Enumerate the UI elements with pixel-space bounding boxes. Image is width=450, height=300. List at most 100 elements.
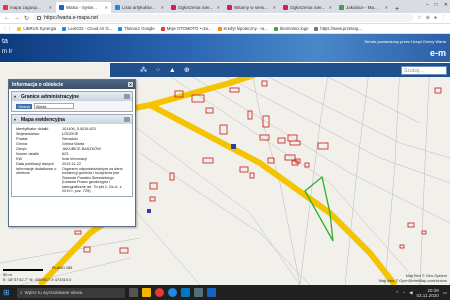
chrome-icon[interactable] [155,288,164,297]
scale-bar [3,269,43,271]
store-icon[interactable] [194,288,203,297]
chevron-up-icon[interactable]: ^ [396,290,398,295]
close-tab-icon[interactable]: ✕ [273,5,276,10]
close-tab-icon[interactable]: ✕ [329,5,332,10]
word-icon[interactable] [207,288,216,297]
tab-label: Lista artykułów... [122,5,156,10]
bookmark-icon [217,26,222,31]
bookmark-item[interactable]: LIBRUS Synergia [17,26,56,31]
bookmark-item[interactable]: Tłumacz Google [118,26,155,31]
attribute-key: Obręb [16,147,27,151]
profile-icon[interactable]: ● [434,15,437,21]
layers-icon[interactable]: ⁂ [140,66,147,74]
map-toolbar: ⁂ ⁘ ▲ ⊕ [110,63,450,77]
close-tab-icon[interactable]: ✕ [385,5,388,10]
bookmark-label: Moje OTOMOTO • oto... [166,26,212,31]
site-brand-bottom: m Ir [2,49,13,55]
attribute-key: KW [16,157,23,161]
bookmark-icon [314,26,319,31]
attribute-value: 101406_5.0016.623 [62,127,96,131]
attribute-value: 2019-11-22 [62,162,82,166]
close-icon[interactable]: ✕ [444,2,448,8]
tab-label: Ogłoszenia Sier... [290,5,326,10]
collapse-icon[interactable]: ▾ [14,117,19,122]
bookmark-item[interactable]: https://www.przetarg... [314,26,362,31]
browser-tab[interactable]: Ogłoszenia Sier... ✕ [168,2,223,13]
clock[interactable]: 20:38 03.11.2020 [417,288,439,298]
lock-icon [37,16,42,20]
apps-icon[interactable]: ⋮⋮ [3,26,11,31]
browser-tab[interactable]: Jakubice - Ma... ✕ [336,2,391,13]
info-icon[interactable]: ▲ [169,67,176,74]
back-icon[interactable]: ← [4,15,10,21]
browser-tab[interactable]: Warta - Syste... ✕ [56,2,111,13]
tab-label: Jakubice - Ma... [346,5,378,10]
forward-icon[interactable]: → [14,15,20,21]
map-search-input[interactable]: Szukaj... [401,66,447,75]
new-tab-button[interactable]: + [395,6,399,13]
url-input[interactable]: https://warta.e-mapa.net [33,14,414,22]
browser-tab[interactable]: Lista artykułów... ✕ [112,2,167,13]
panel-title: Informacja o obiekcie [12,81,64,88]
map-copyright: MapTiles © Geo-System Map data © OpenStr… [379,274,447,283]
notifications-icon[interactable]: ▭ [443,290,447,296]
close-icon[interactable]: ✕ [128,82,133,87]
measure-icon[interactable]: ⁘ [155,66,161,74]
system-tray: ^ ◔ ◀ 20:38 03.11.2020 ▭ [396,288,447,298]
object-info-panel: Informacja o obiekcie ✕ ▾ Granice admini… [8,79,136,227]
bookmark-item[interactable]: thermomix logo [273,26,308,31]
star-icon[interactable]: ☆ [417,15,421,21]
close-tab-icon[interactable]: ✕ [217,5,220,10]
print-icon[interactable] [124,94,130,99]
admin-section-header[interactable]: ▾ Granice administracyjne [12,92,132,101]
favicon-icon [115,5,120,10]
map-section-header[interactable]: ▾ Mapa ewidencyjna [12,115,132,124]
site-gov-note: Serwis prowadzony przez Urząd Gminy Wart… [364,39,446,44]
browser-tab[interactable]: Witamy w serw... ✕ [224,2,279,13]
coordinates: E: 18°37'42.7" N: 4309817.9 474310.0 [3,277,71,282]
bookmark-label: Tłumacz Google [124,26,155,31]
coord-extra: 474310.0 [54,277,72,282]
panel-title-bar: Informacja o obiekcie ✕ [9,80,135,89]
network-icon[interactable]: ◔ [402,290,405,295]
bookmark-label: https://www.przetarg... [320,26,362,31]
site-header: ta m Ir Serwis prowadzony przez Urząd Gm… [0,34,450,62]
admin-value: Warta [33,103,74,109]
mail-icon[interactable] [181,288,190,297]
windows-start-icon[interactable]: ⊞ [3,288,13,297]
volume-icon[interactable]: ◀ [409,290,412,296]
bookmark-item[interactable]: Kredyt hipoteczny - ra... [217,26,268,31]
browser-tab[interactable]: mapa zagosp... ✕ [0,2,55,13]
minimize-icon[interactable]: – [426,2,429,8]
task-view-icon[interactable] [129,288,138,297]
close-tab-icon[interactable]: ✕ [161,5,164,10]
bookmark-item[interactable]: LeoKO2 - Cloud Air G... [62,26,112,31]
bookmark-icon [17,26,22,31]
collapse-icon[interactable]: ▾ [14,94,19,99]
favicon-icon [227,5,232,10]
bookmark-label: Kredyt hipoteczny - ra... [223,26,268,31]
taskbar-search[interactable]: ⌕ Wpisz tu wyszukiwane słowa [17,287,125,298]
browser-tab[interactable]: Ogłoszenia Sier... ✕ [280,2,335,13]
bookmark-icon [160,26,165,31]
attribute-value: Sieradzki [62,137,78,141]
clock-date: 03.11.2020 [416,292,439,298]
browser-tabbar: mapa zagosp... ✕ Warta - Syste... ✕ Lista ar… [0,0,450,13]
taskbar: ⊞ ⌕ Wpisz tu wyszukiwane słowa ^ ◔ ◀ 20:… [0,285,450,300]
close-tab-icon[interactable]: ✕ [105,5,108,10]
edge-icon[interactable] [168,288,177,297]
coord-e: E: 18°37'42.7" [3,277,29,282]
bookmark-label: LIBRUS Synergia [23,26,57,31]
print-icon[interactable]: ⊕ [184,66,190,74]
admin-row: Gmina Warta [12,101,132,111]
maximize-icon[interactable]: □ [435,2,438,8]
tab-label: mapa zagosp... [10,5,41,10]
print-icon[interactable] [124,117,130,122]
bookmark-item[interactable]: Moje OTOMOTO • oto... [160,26,212,31]
reload-icon[interactable]: ↻ [24,15,29,22]
extensions-icon[interactable]: ⊕ [426,15,430,21]
favicon-icon [339,5,344,10]
file-explorer-icon[interactable] [142,288,151,297]
menu-icon[interactable]: ⋮ [441,15,446,21]
close-tab-icon[interactable]: ✕ [49,5,52,10]
